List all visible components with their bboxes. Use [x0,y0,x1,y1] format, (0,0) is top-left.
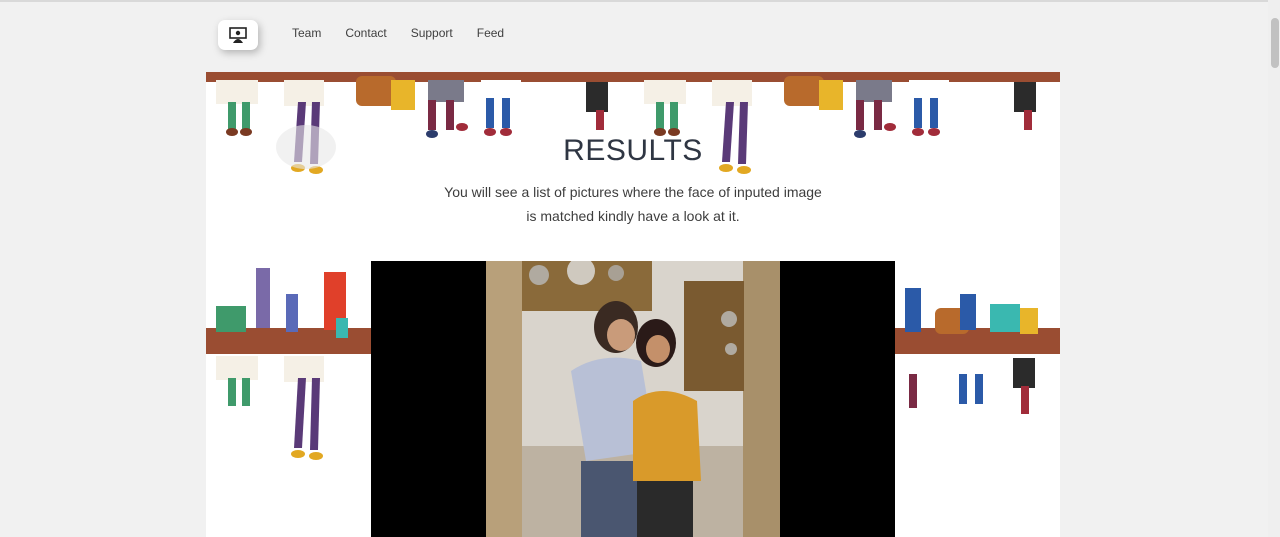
matched-photo [371,261,895,537]
page-title: RESULTS [563,134,703,167]
page-subtitle: You will see a list of pictures where th… [406,180,860,228]
subtitle-line-2: is matched kindly have a look at it. [526,208,740,224]
result-photo[interactable] [371,261,895,537]
navbar: Team Contact Support Feed [0,2,1268,72]
bench-illustration-right [895,288,1060,414]
scrollbar-thumb[interactable] [1271,18,1279,68]
nav-link-support[interactable]: Support [411,26,453,40]
subtitle-line-1: You will see a list of pictures where th… [444,184,822,200]
nav-link-contact[interactable]: Contact [345,26,386,40]
nav-link-team[interactable]: Team [292,26,321,40]
bench-illustration-top [206,72,1060,174]
bench-illustration-left [206,268,372,460]
page-scrollbar[interactable] [1268,0,1280,537]
logo-button[interactable] [218,20,258,50]
nav-links: Team Contact Support Feed [292,26,528,40]
presentation-person-icon [229,27,247,43]
nav-link-feed[interactable]: Feed [477,26,504,40]
